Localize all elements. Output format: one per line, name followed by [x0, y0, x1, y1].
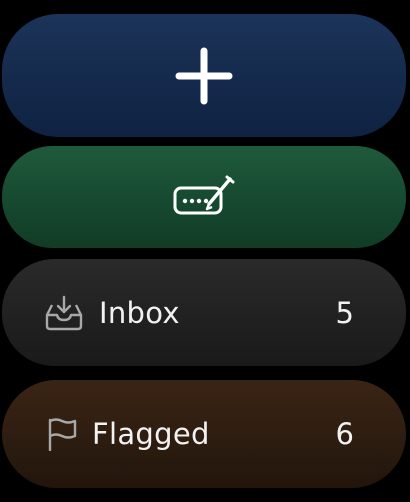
- mailbox-count-flagged: 6: [335, 417, 354, 451]
- mailbox-row-inbox[interactable]: Inbox 5: [2, 259, 406, 366]
- mailbox-label-flagged: Flagged: [92, 417, 210, 451]
- mailbox-count-inbox: 5: [335, 295, 354, 330]
- flag-icon: [48, 418, 77, 451]
- mailbox-row-flagged[interactable]: Flagged 6: [2, 380, 406, 488]
- scribble-compose-button[interactable]: [2, 146, 406, 248]
- new-message-button[interactable]: [2, 14, 406, 137]
- mailbox-label-inbox: Inbox: [99, 295, 180, 330]
- plus-icon: [175, 47, 233, 104]
- inbox-tray-icon: [45, 295, 83, 330]
- scribble-keyboard-icon: [173, 175, 235, 215]
